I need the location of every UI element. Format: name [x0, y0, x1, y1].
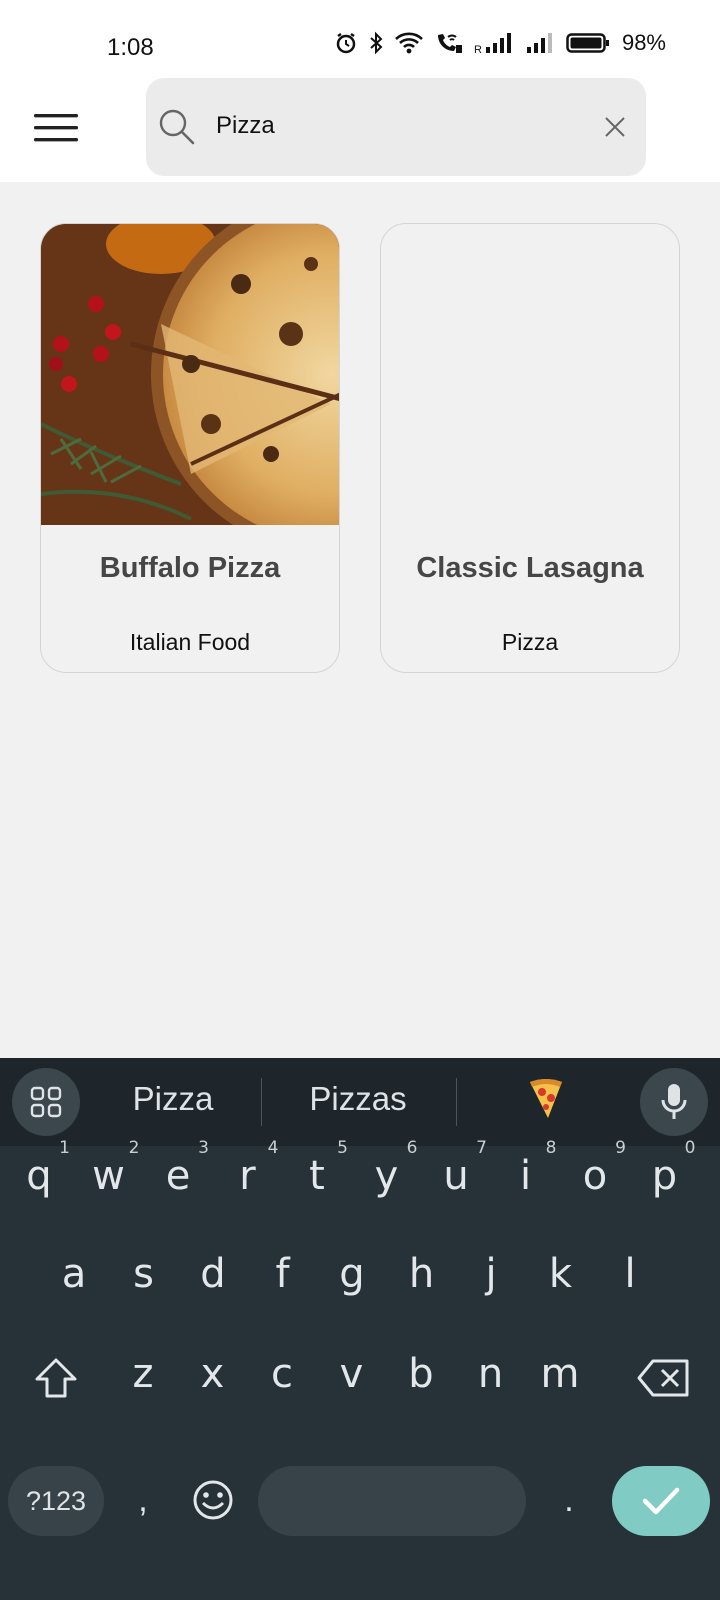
- status-icons: R 98%: [334, 30, 666, 56]
- key-number-hint: 4: [267, 1138, 279, 1158]
- key-letter: i: [519, 1153, 532, 1199]
- key-number-hint: 0: [684, 1138, 696, 1158]
- key-z[interactable]: z: [108, 1334, 178, 1414]
- suggestion[interactable]: Pizza: [90, 1080, 256, 1118]
- shift-key[interactable]: [10, 1338, 102, 1418]
- key-d[interactable]: d: [178, 1234, 248, 1314]
- close-icon[interactable]: [602, 114, 628, 140]
- battery-percent: 98%: [621, 30, 666, 55]
- results-grid: Buffalo Pizza Italian Food Classic Lasag…: [0, 182, 720, 1058]
- key-q[interactable]: q1: [4, 1136, 74, 1216]
- key-e[interactable]: e3: [143, 1136, 213, 1216]
- recipe-title: Classic Lasagna: [416, 552, 644, 584]
- key-number-hint: 2: [128, 1138, 140, 1158]
- key-m[interactable]: m: [525, 1334, 595, 1414]
- app-bar: [0, 76, 720, 182]
- pizza-emoji-icon: [530, 1079, 562, 1118]
- key-number-hint: 9: [615, 1138, 626, 1158]
- signal-icon: [526, 33, 552, 53]
- key-y[interactable]: y6: [352, 1136, 422, 1216]
- alarm-icon: [336, 32, 356, 54]
- hamburger-menu-icon: [34, 114, 78, 142]
- key-number-hint: 7: [476, 1138, 487, 1158]
- status-time: 1:08: [107, 34, 154, 61]
- key-number-hint: 8: [545, 1138, 557, 1158]
- recipe-title: Buffalo Pizza: [99, 552, 281, 584]
- key-letter: o: [582, 1153, 608, 1199]
- bluetooth-icon: [370, 31, 383, 55]
- wifi-calling-icon: [437, 34, 462, 53]
- enter-key[interactable]: [612, 1466, 710, 1536]
- menu-button[interactable]: [28, 102, 84, 154]
- recipe-category: Pizza: [501, 629, 559, 655]
- key-number-hint: 5: [337, 1138, 348, 1158]
- smiley-icon: [193, 1480, 233, 1520]
- recipe-card[interactable]: Classic Lasagna Pizza: [380, 223, 680, 673]
- check-icon: [642, 1487, 680, 1515]
- emoji-key[interactable]: [176, 1460, 250, 1540]
- key-letter: e: [165, 1153, 191, 1199]
- key-u[interactable]: u7: [421, 1136, 491, 1216]
- key-k[interactable]: k: [526, 1234, 596, 1314]
- key-s[interactable]: s: [109, 1234, 179, 1314]
- key-letter: u: [443, 1153, 469, 1199]
- key-j[interactable]: j: [456, 1234, 526, 1314]
- recipe-category: Italian Food: [129, 629, 251, 655]
- wifi-icon: [395, 32, 423, 54]
- comma-key[interactable]: ,: [120, 1460, 166, 1540]
- space-key[interactable]: [258, 1466, 526, 1536]
- divider: [456, 1078, 457, 1126]
- key-n[interactable]: n: [456, 1334, 526, 1414]
- search-icon: [159, 109, 195, 145]
- key-number-hint: 6: [406, 1138, 418, 1158]
- key-letter: p: [651, 1153, 678, 1199]
- key-x[interactable]: x: [178, 1334, 248, 1414]
- key-letter: y: [374, 1153, 399, 1199]
- search-input[interactable]: [216, 100, 576, 152]
- keyboard-apps-button[interactable]: [12, 1068, 80, 1136]
- key-l[interactable]: l: [595, 1234, 665, 1314]
- key-letter: r: [239, 1153, 256, 1199]
- pizza-image: [41, 224, 339, 525]
- key-w[interactable]: w2: [74, 1136, 144, 1216]
- key-r[interactable]: r4: [213, 1136, 283, 1216]
- key-number-hint: 1: [59, 1138, 70, 1158]
- search-box[interactable]: [146, 78, 646, 176]
- suggestion-emoji[interactable]: [510, 1076, 582, 1128]
- backspace-icon: [637, 1359, 689, 1397]
- symbols-key[interactable]: ?123: [8, 1466, 104, 1536]
- key-a[interactable]: a: [39, 1234, 109, 1314]
- keyboard: Pizza Pizzas q1w2e3r4t5y6u7i8o9p0 asdfgh…: [0, 1058, 720, 1600]
- key-h[interactable]: h: [387, 1234, 457, 1314]
- key-f[interactable]: f: [248, 1234, 318, 1314]
- voice-input-button[interactable]: [640, 1068, 708, 1136]
- key-p[interactable]: p0: [630, 1136, 700, 1216]
- key-b[interactable]: b: [386, 1334, 456, 1414]
- suggestion-bar: Pizza Pizzas: [0, 1058, 720, 1146]
- signal-roaming-icon: R: [474, 33, 511, 55]
- period-key[interactable]: .: [544, 1460, 594, 1540]
- key-o[interactable]: o9: [560, 1136, 630, 1216]
- battery-icon: [566, 33, 609, 53]
- microphone-icon: [661, 1084, 687, 1119]
- recipe-card[interactable]: Buffalo Pizza Italian Food: [40, 223, 340, 673]
- backspace-key[interactable]: [618, 1338, 710, 1418]
- status-bar: 1:08 R 98%: [0, 0, 720, 76]
- key-i[interactable]: i8: [491, 1136, 561, 1216]
- key-v[interactable]: v: [317, 1334, 387, 1414]
- key-t[interactable]: t5: [282, 1136, 352, 1216]
- key-letter: w: [92, 1153, 125, 1199]
- key-number-hint: 3: [198, 1138, 209, 1158]
- key-c[interactable]: c: [247, 1334, 317, 1414]
- suggestion[interactable]: Pizzas: [262, 1080, 454, 1118]
- key-letter: t: [309, 1153, 325, 1199]
- key-letter: q: [26, 1153, 52, 1199]
- key-g[interactable]: g: [317, 1234, 387, 1314]
- grid-icon: [30, 1086, 62, 1118]
- svg-text:R: R: [474, 44, 482, 55]
- shift-icon: [35, 1358, 77, 1398]
